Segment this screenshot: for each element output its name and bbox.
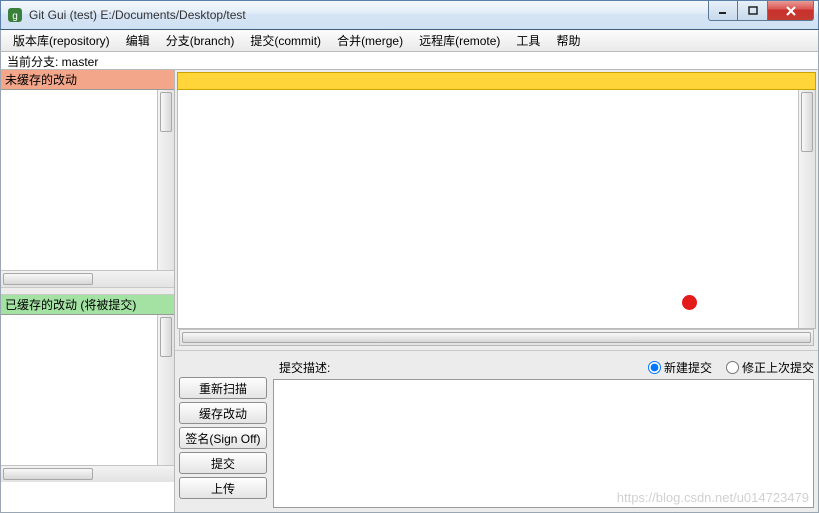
diff-hscrollbar[interactable]: [179, 329, 814, 346]
rescan-button[interactable]: 重新扫描: [179, 377, 267, 399]
menu-branch[interactable]: 分支(branch): [158, 30, 243, 51]
window-controls: [708, 1, 814, 21]
push-button[interactable]: 上传: [179, 477, 267, 499]
menu-repository[interactable]: 版本库(repository): [5, 30, 118, 51]
menu-commit[interactable]: 提交(commit): [242, 30, 329, 51]
diff-header: [177, 72, 816, 90]
radio-amend-commit-label: 修正上次提交: [742, 359, 814, 376]
app-icon: g: [7, 7, 23, 23]
diff-vscrollbar[interactable]: [798, 90, 815, 328]
left-column: 未缓存的改动 已缓存的改动 (将被提交): [1, 70, 175, 512]
right-column: 重新扫描 缓存改动 签名(Sign Off) 提交 上传 提交描述: 新建提交 …: [175, 70, 818, 512]
window-title: Git Gui (test) E:/Documents/Desktop/test: [29, 8, 708, 22]
svg-text:g: g: [12, 11, 18, 22]
commit-button[interactable]: 提交: [179, 452, 267, 474]
maximize-button[interactable]: [738, 1, 768, 21]
menu-merge[interactable]: 合并(merge): [329, 30, 411, 51]
unstaged-header: 未缓存的改动: [1, 70, 174, 90]
diff-view[interactable]: [178, 90, 815, 328]
staged-panel: 已缓存的改动 (将被提交): [1, 295, 174, 482]
current-branch-bar: 当前分支: master: [0, 52, 819, 70]
staged-list[interactable]: [1, 315, 174, 465]
close-button[interactable]: [768, 1, 814, 21]
radio-amend-commit[interactable]: 修正上次提交: [726, 359, 814, 376]
minimize-button[interactable]: [708, 1, 738, 21]
commit-buttons: 重新扫描 缓存改动 签名(Sign Off) 提交 上传: [179, 377, 267, 508]
menu-tools[interactable]: 工具: [508, 30, 548, 51]
staged-hscrollbar[interactable]: [1, 465, 174, 482]
radio-new-commit[interactable]: 新建提交: [648, 359, 712, 376]
commit-message-textarea[interactable]: [273, 379, 814, 508]
signoff-button[interactable]: 签名(Sign Off): [179, 427, 267, 449]
menu-remote[interactable]: 远程库(remote): [411, 30, 508, 51]
staged-header: 已缓存的改动 (将被提交): [1, 295, 174, 315]
marker-dot-icon: [682, 295, 697, 310]
menu-help[interactable]: 帮助: [548, 30, 588, 51]
window-titlebar: g Git Gui (test) E:/Documents/Desktop/te…: [0, 0, 819, 30]
radio-new-commit-label: 新建提交: [664, 359, 712, 376]
staged-vscrollbar[interactable]: [157, 315, 174, 465]
radio-amend-commit-input[interactable]: [726, 361, 739, 374]
commit-top-row: 提交描述: 新建提交 修正上次提交: [273, 357, 814, 377]
unstaged-hscrollbar[interactable]: [1, 270, 174, 287]
unstaged-panel: 未缓存的改动: [1, 70, 174, 287]
menu-edit[interactable]: 编辑: [118, 30, 158, 51]
diff-panel: [175, 70, 818, 350]
main-area: 未缓存的改动 已缓存的改动 (将被提交): [0, 70, 819, 513]
stage-button[interactable]: 缓存改动: [179, 402, 267, 424]
current-branch-label: 当前分支: master: [7, 55, 98, 69]
panel-divider[interactable]: [1, 287, 174, 295]
commit-desc-label: 提交描述:: [273, 359, 330, 376]
commit-right: 提交描述: 新建提交 修正上次提交: [273, 357, 814, 508]
menu-bar: 版本库(repository) 编辑 分支(branch) 提交(commit)…: [0, 30, 819, 52]
unstaged-vscrollbar[interactable]: [157, 90, 174, 270]
commit-panel: 重新扫描 缓存改动 签名(Sign Off) 提交 上传 提交描述: 新建提交 …: [175, 350, 818, 512]
unstaged-list[interactable]: [1, 90, 174, 270]
radio-new-commit-input[interactable]: [648, 361, 661, 374]
